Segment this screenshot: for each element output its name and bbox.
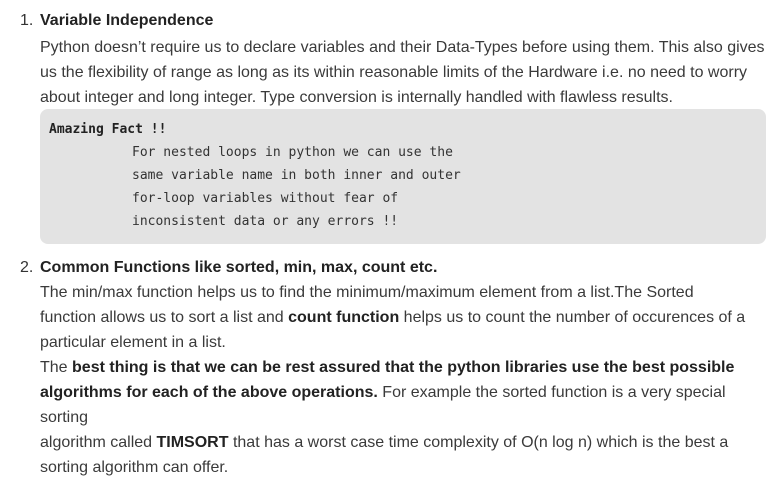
paragraph-line: us the flexibility of range as long as i… <box>40 64 748 81</box>
text-run: algorithm called <box>40 434 157 451</box>
code-line: same variable name in both inner and out… <box>132 168 461 183</box>
item-paragraph: The min/max function helps us to find th… <box>40 280 770 480</box>
paragraph-line: particular element in a list. <box>40 334 226 351</box>
code-block-title: Amazing Fact !! <box>49 122 167 137</box>
code-block: Amazing Fact !! For nested loops in pyth… <box>40 109 766 244</box>
paragraph-line: algorithms for each of the above operati… <box>40 380 770 430</box>
list-number: 2. <box>20 259 34 276</box>
item-heading: Common Functions like sorted, min, max, … <box>40 259 438 276</box>
code-line: inconsistent data or any errors !! <box>132 214 399 229</box>
paragraph-line: The best thing is that we can be rest as… <box>40 355 770 380</box>
paragraph-line: about integer and long integer. Type con… <box>40 89 673 106</box>
paragraph-line: algorithm called TIMSORT that has a wors… <box>40 430 770 455</box>
text-run: helps us to count the number of occurenc… <box>399 309 746 326</box>
item-paragraph: Python doesn’t require us to declare var… <box>40 35 770 110</box>
text-run: that has a worst case time complexity of… <box>228 434 729 451</box>
bold-text: algorithms for each of the above operati… <box>40 384 378 401</box>
paragraph-line: The min/max function helps us to find th… <box>40 284 694 301</box>
bold-text: best thing is that we can be rest assure… <box>72 359 735 376</box>
list-number: 1. <box>20 12 34 29</box>
code-line: for-loop variables without fear of <box>132 191 399 206</box>
text-run: The <box>40 359 73 376</box>
code-line: For nested loops in python we can use th… <box>132 145 453 160</box>
bold-text: TIMSORT <box>156 434 229 451</box>
paragraph-line: function allows us to sort a list and co… <box>40 305 770 330</box>
text-run: function allows us to sort a list and <box>40 309 289 326</box>
bold-text: count function <box>288 309 400 326</box>
article-body: 1. Variable Independence Python doesn’t … <box>0 0 784 476</box>
item-heading: Variable Independence <box>40 12 214 29</box>
paragraph-line: Python doesn’t require us to declare var… <box>40 39 765 56</box>
